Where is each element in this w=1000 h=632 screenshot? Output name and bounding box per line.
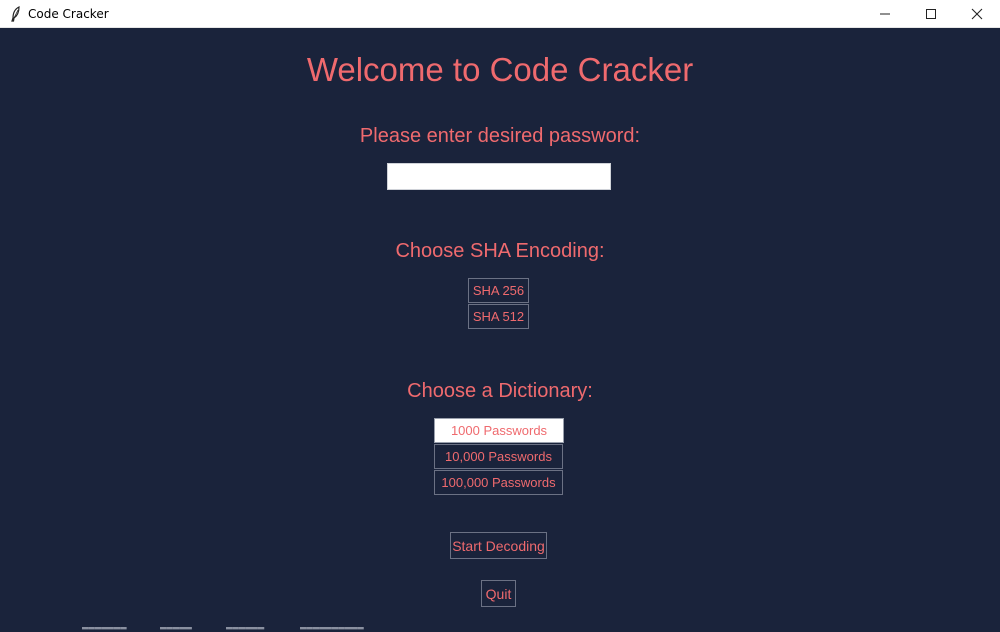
minimize-button[interactable] <box>862 0 908 28</box>
start-decoding-button[interactable]: Start Decoding <box>450 532 547 559</box>
close-icon <box>971 8 983 20</box>
close-button[interactable] <box>954 0 1000 28</box>
window-title: Code Cracker <box>28 6 109 21</box>
dictionary-10000-button[interactable]: 10,000 Passwords <box>434 444 563 469</box>
sha-256-button[interactable]: SHA 256 <box>468 278 529 303</box>
background-text-fragment: ▀▀▀▀▀▀▀▀▀▀ <box>300 627 364 632</box>
quit-button[interactable]: Quit <box>481 580 516 607</box>
app-window-body: Welcome to Code Cracker Please enter des… <box>0 29 1000 632</box>
window-controls <box>862 0 1000 28</box>
password-label: Please enter desired password: <box>359 125 641 147</box>
sha-512-button[interactable]: SHA 512 <box>468 304 529 329</box>
dictionary-100000-button[interactable]: 100,000 Passwords <box>434 470 563 495</box>
background-text-fragment: ▀▀▀▀▀▀▀ <box>82 627 127 632</box>
dictionary-label: Choose a Dictionary: <box>407 380 593 402</box>
minimize-icon <box>880 13 890 15</box>
background-text-fragment: ▀▀▀▀▀▀ <box>226 627 265 632</box>
password-input[interactable] <box>387 163 611 190</box>
background-window-strip: ▀▀▀▀▀▀▀ ▀▀▀▀▀ ▀▀▀▀▀▀ ▀▀▀▀▀▀▀▀▀▀ <box>0 627 1000 632</box>
maximize-button[interactable] <box>908 0 954 28</box>
feather-icon <box>8 5 24 22</box>
page-title: Welcome to Code Cracker <box>306 51 694 88</box>
maximize-icon <box>926 9 936 19</box>
window-titlebar: Code Cracker <box>0 0 1000 28</box>
background-text-fragment: ▀▀▀▀▀ <box>160 627 192 632</box>
dictionary-1000-button[interactable]: 1000 Passwords <box>434 418 564 443</box>
sha-encoding-label: Choose SHA Encoding: <box>395 240 605 262</box>
